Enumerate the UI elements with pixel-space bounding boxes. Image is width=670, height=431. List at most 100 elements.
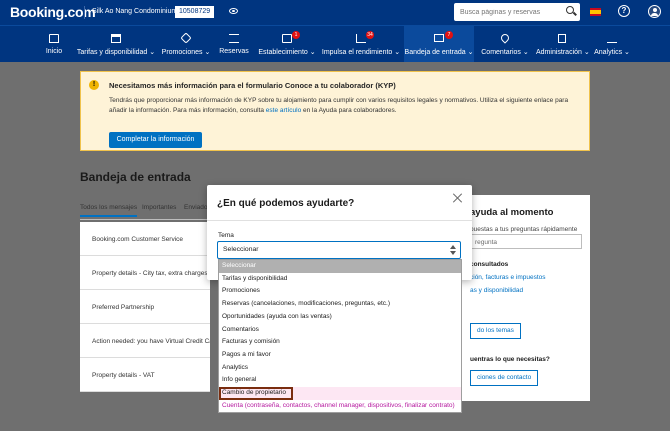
- nav-label: Administración ⌄: [536, 49, 590, 56]
- topic-field-label: Tema: [218, 232, 234, 239]
- growth-chart-icon: [356, 34, 366, 43]
- topic-option[interactable]: Comentarios: [219, 324, 461, 337]
- instant-help-panel: ayuda al momento puestas a tus preguntas…: [462, 195, 590, 401]
- nav-item-reservas[interactable]: Reservas: [214, 26, 254, 62]
- help-panel-title: ayuda al momento: [470, 207, 554, 218]
- kyp-text: Tendrás que proporcionar más información…: [109, 96, 579, 116]
- message-row[interactable]: Preferred Partnership: [80, 290, 210, 324]
- kyp-help-link[interactable]: este artículo: [266, 107, 301, 114]
- nav-item-inicio[interactable]: Inicio: [36, 26, 72, 62]
- header-divider: [84, 6, 85, 19]
- document-icon: [558, 34, 566, 43]
- property-id-badge: 10508729: [175, 6, 215, 18]
- kyp-notice: ! Necesitamos más información para el fo…: [80, 71, 590, 151]
- topic-dropdown-list: Seleccionar Tarifas y disponibilidad Pro…: [218, 259, 462, 413]
- nav-badge: 34: [366, 31, 374, 39]
- nav-item-promociones[interactable]: Promociones ⌄: [160, 26, 212, 62]
- eye-icon[interactable]: [229, 8, 238, 14]
- nav-label: Bandeja de entrada ⌄: [404, 49, 474, 56]
- close-icon[interactable]: [453, 193, 463, 203]
- modal-title: ¿En qué podemos ayudarte?: [217, 198, 355, 209]
- nav-badge: 7: [445, 31, 453, 39]
- search-input[interactable]: [460, 3, 560, 21]
- topic-option[interactable]: Reservas (cancelaciones, modificaciones,…: [219, 298, 461, 311]
- nav-label: Reservas: [219, 48, 249, 55]
- nav-item-tarifas[interactable]: Tarifas y disponibilidad ⌄: [74, 26, 158, 62]
- message-subject: Action needed: you have Virtual Credit C…: [92, 338, 210, 345]
- kyp-text-end: en la Ayuda para colaboradores.: [301, 107, 397, 114]
- message-subject: Preferred Partnership: [92, 304, 155, 311]
- nav-item-analytics[interactable]: Analytics ⌄: [592, 26, 632, 62]
- help-search-input[interactable]: regunta: [470, 234, 582, 249]
- topic-option[interactable]: Analytics: [219, 362, 461, 375]
- message-row[interactable]: Action needed: you have Virtual Credit C…: [80, 324, 210, 358]
- property-name: Silk Ao Nang Condominium: [92, 8, 178, 15]
- top-bar: Booking.com Silk Ao Nang Condominium 105…: [0, 0, 670, 25]
- message-subject: Booking.com Customer Service: [92, 236, 184, 243]
- warning-icon: !: [89, 80, 99, 90]
- topic-option[interactable]: Tarifas y disponibilidad: [219, 273, 461, 286]
- message-row[interactable]: Property details - City tax, extra charg…: [80, 256, 210, 290]
- building-icon: [282, 34, 292, 43]
- user-avatar-icon[interactable]: [648, 5, 661, 18]
- nav-item-impulsa[interactable]: 34 Impulsa el rendimiento ⌄: [320, 26, 402, 62]
- topic-option[interactable]: Facturas y comisión: [219, 336, 461, 349]
- spain-flag-icon[interactable]: [590, 8, 601, 16]
- nav-item-administracion[interactable]: Administración ⌄: [536, 26, 590, 62]
- header-search[interactable]: [454, 3, 580, 21]
- contact-options-button[interactable]: ciones de contacto: [470, 370, 539, 386]
- list-icon: [229, 34, 239, 43]
- help-search-placeholder: regunta: [475, 239, 498, 246]
- all-topics-button[interactable]: do los temas: [470, 323, 521, 339]
- topic-option[interactable]: Pagos a mi favor: [219, 349, 461, 362]
- help-panel-text: puestas a tus preguntas rápidamente: [470, 226, 578, 233]
- nav-label: Comentarios ⌄: [481, 49, 529, 56]
- mail-icon: [434, 34, 444, 42]
- nav-item-establecimiento[interactable]: 1 Establecimiento ⌄: [256, 26, 318, 62]
- heart-icon: [499, 32, 511, 44]
- nav-label: Promociones ⌄: [161, 49, 211, 56]
- topic-select-value: Seleccionar: [223, 246, 259, 253]
- message-row[interactable]: Property details - VAT: [80, 358, 210, 392]
- kyp-title: Necesitamos más información para el form…: [109, 81, 396, 90]
- help-link-billing[interactable]: ción, facturas e impuestos: [470, 274, 546, 281]
- topic-select[interactable]: Seleccionar: [217, 241, 461, 259]
- help-link-rates[interactable]: as y disponibilidad: [470, 287, 523, 294]
- inbox-title: Bandeja de entrada: [80, 170, 191, 184]
- help-icon[interactable]: ?: [618, 5, 630, 17]
- help-panel-question: uentras lo que necesitas?: [470, 356, 550, 363]
- nav-label: Establecimiento ⌄: [258, 49, 316, 56]
- topic-option[interactable]: Oportunidades (ayuda con las ventas): [219, 311, 461, 324]
- message-subject: Property details - VAT: [92, 372, 155, 379]
- nav-badge: 1: [292, 31, 300, 39]
- bar-chart-icon: [607, 34, 617, 43]
- message-row[interactable]: Booking.com Customer Service: [80, 222, 210, 256]
- inbox-tabs: Todos los mensajes Importantes Enviados: [80, 204, 211, 218]
- topic-option[interactable]: Seleccionar: [219, 260, 461, 273]
- help-panel-subtitle: consultados: [470, 261, 509, 268]
- tab-all-messages[interactable]: Todos los mensajes: [80, 204, 138, 217]
- booking-logo[interactable]: Booking.com: [10, 4, 96, 20]
- message-list: Booking.com Customer Service Property de…: [80, 222, 210, 392]
- nav-item-comentarios[interactable]: Comentarios ⌄: [476, 26, 534, 62]
- topic-option[interactable]: Cuenta (contraseña, contactos, channel m…: [219, 400, 461, 413]
- tab-important[interactable]: Importantes: [142, 204, 176, 211]
- nav-item-bandeja[interactable]: 7 Bandeja de entrada ⌄: [404, 26, 474, 62]
- home-icon: [49, 34, 59, 43]
- tabs-divider: [80, 219, 210, 220]
- nav-label: Tarifas y disponibilidad ⌄: [76, 49, 156, 56]
- main-navigation: Inicio Tarifas y disponibilidad ⌄ Promoc…: [0, 25, 670, 62]
- nav-label: Inicio: [45, 48, 63, 55]
- complete-information-button[interactable]: Completar la información: [109, 132, 202, 148]
- tag-icon: [180, 32, 192, 44]
- calendar-icon: [111, 34, 121, 43]
- up-down-arrows-icon: [450, 245, 456, 255]
- modal-divider: [207, 220, 472, 221]
- message-subject: Property details - City tax, extra charg…: [92, 270, 208, 277]
- nav-label: Impulsa el rendimiento ⌄: [321, 49, 401, 56]
- topic-option-highlighted[interactable]: Cambio de propietario: [219, 387, 293, 400]
- topic-option[interactable]: Info general: [219, 374, 461, 387]
- topic-option[interactable]: Promociones: [219, 285, 461, 298]
- search-icon[interactable]: [566, 6, 574, 14]
- nav-label: Analytics ⌄: [594, 49, 630, 56]
